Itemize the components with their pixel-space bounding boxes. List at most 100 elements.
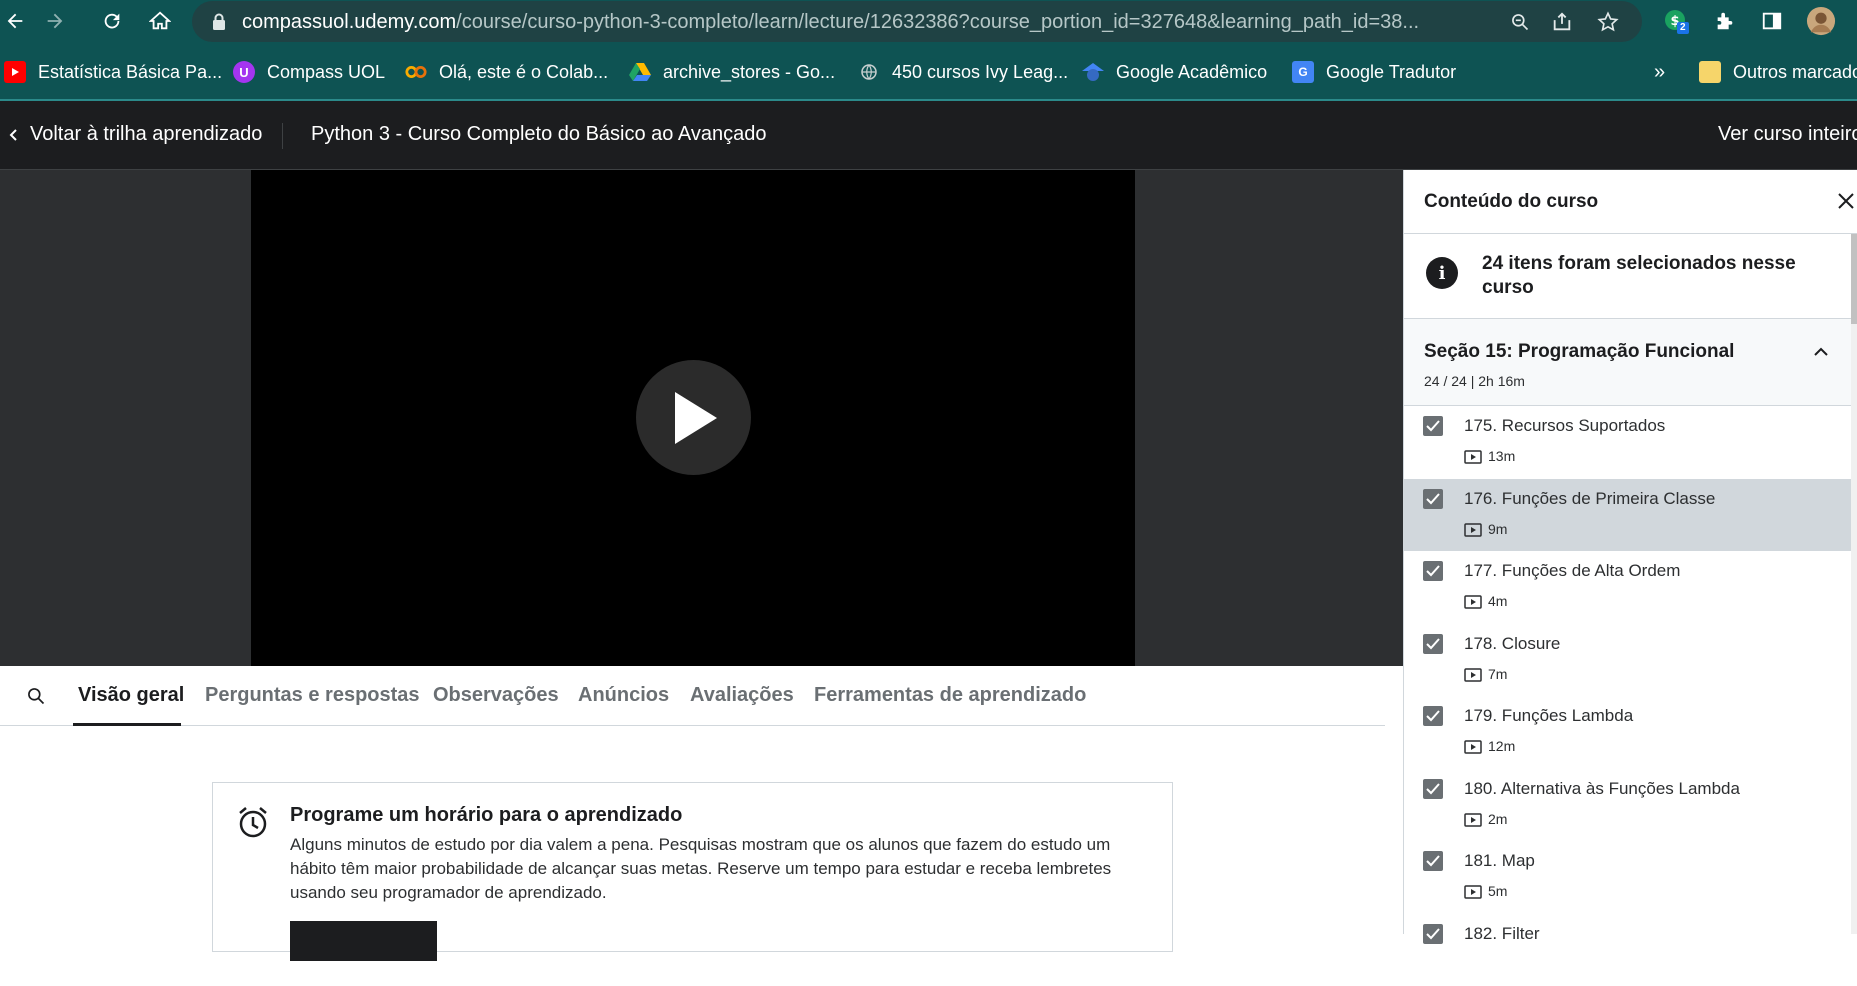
back-to-learning-path-link[interactable]: Voltar à trilha aprendizado xyxy=(6,123,262,146)
bookmark-item[interactable]: 450 cursos Ivy Leag... xyxy=(858,60,1068,84)
browser-toolbar: compassuol.udemy.com/course/curso-python… xyxy=(0,0,1857,43)
url-path: /course/curso-python-3-completo/learn/le… xyxy=(456,11,1419,33)
globe-icon xyxy=(858,61,880,83)
scheduler-title: Programe um horário para o aprendizado xyxy=(290,804,682,827)
home-icon[interactable] xyxy=(145,6,175,36)
tab-overview[interactable]: Visão geral xyxy=(78,684,184,707)
drive-icon xyxy=(629,61,651,83)
chevron-up-icon[interactable] xyxy=(1812,343,1830,361)
lecture-duration: 12m xyxy=(1488,738,1515,754)
tab-announcements[interactable]: Anúncios xyxy=(578,684,669,707)
video-icon xyxy=(1464,668,1482,682)
tab-questions-answers[interactable]: Perguntas e respostas xyxy=(205,684,420,707)
info-banner: i 24 itens foram selecionados nesse curs… xyxy=(1404,234,1857,319)
lecture-item[interactable]: 182. Filter xyxy=(1404,914,1857,986)
lecture-title: 179. Funções Lambda xyxy=(1464,706,1633,726)
bookmark-label: Estatística Básica Pa... xyxy=(38,62,222,83)
lock-icon xyxy=(212,13,226,31)
tab-notes[interactable]: Observações xyxy=(433,684,559,707)
lecture-duration: 9m xyxy=(1488,521,1507,537)
lecture-duration: 5m xyxy=(1488,883,1507,899)
bookmark-label: Compass UOL xyxy=(267,62,385,83)
bookmarks-bar: Estatística Básica Pa... U Compass UOL O… xyxy=(0,43,1857,101)
extensions-puzzle-icon[interactable] xyxy=(1710,6,1740,36)
bookmark-label: Google Tradutor xyxy=(1326,62,1456,83)
lecture-duration: 2m xyxy=(1488,811,1507,827)
address-bar[interactable]: compassuol.udemy.com/course/curso-python… xyxy=(192,1,1642,42)
reload-icon[interactable] xyxy=(97,6,127,36)
lecture-title: 177. Funções de Alta Ordem xyxy=(1464,561,1680,581)
active-tab-indicator xyxy=(73,723,181,726)
video-player[interactable] xyxy=(251,170,1135,666)
lecture-item[interactable]: 177. Funções de Alta Ordem 4m xyxy=(1404,551,1857,624)
bookmark-label: Olá, este é o Colab... xyxy=(439,62,608,83)
more-bookmarks-button[interactable]: » xyxy=(1654,60,1665,84)
translate-icon: G xyxy=(1292,61,1314,83)
folder-icon xyxy=(1699,61,1721,83)
chevron-left-icon xyxy=(6,127,22,143)
video-icon xyxy=(1464,740,1482,754)
bookmark-item[interactable]: Olá, este é o Colab... xyxy=(405,60,608,84)
lecture-item[interactable]: 181. Map 5m xyxy=(1404,841,1857,914)
play-button[interactable] xyxy=(636,360,751,475)
alarm-clock-icon xyxy=(236,805,270,839)
bookmark-item[interactable]: G Google Tradutor xyxy=(1292,60,1456,84)
lecture-checkbox[interactable] xyxy=(1423,561,1443,581)
view-full-course-link[interactable]: Ver curso inteiro xyxy=(1718,123,1857,146)
scheduler-description: Alguns minutos de estudo por dia valem a… xyxy=(290,833,1150,905)
bookmark-label: archive_stores - Go... xyxy=(663,62,835,83)
lecture-item[interactable]: 175. Recursos Suportados 13m xyxy=(1404,406,1857,479)
video-icon xyxy=(1464,523,1482,537)
back-arrow-icon[interactable] xyxy=(0,6,30,36)
lecture-item-current[interactable]: 176. Funções de Primeira Classe 9m xyxy=(1404,479,1857,552)
lecture-checkbox[interactable] xyxy=(1423,489,1443,509)
bookmark-star-icon[interactable] xyxy=(1595,9,1621,35)
play-icon xyxy=(669,390,719,446)
bookmark-item[interactable]: Estatística Básica Pa... xyxy=(4,60,222,84)
url-host: compassuol.udemy.com xyxy=(242,11,456,33)
lecture-title: 180. Alternativa às Funções Lambda xyxy=(1464,779,1740,799)
extension-dollar-icon[interactable]: $ 2 xyxy=(1661,6,1691,36)
section-title: Seção 15: Programação Funcional xyxy=(1424,341,1734,363)
other-bookmarks-folder[interactable]: Outros marcadores xyxy=(1699,60,1857,84)
lecture-title: 176. Funções de Primeira Classe xyxy=(1464,489,1715,509)
bookmark-item[interactable]: U Compass UOL xyxy=(233,60,385,84)
video-icon xyxy=(1464,595,1482,609)
back-link-label: Voltar à trilha aprendizado xyxy=(30,123,262,146)
youtube-icon xyxy=(4,61,26,83)
schedule-button[interactable] xyxy=(290,921,437,961)
lecture-title: 178. Closure xyxy=(1464,634,1560,654)
lecture-checkbox[interactable] xyxy=(1423,634,1443,654)
section-progress: 24 / 24 | 2h 16m xyxy=(1424,373,1525,389)
sidebar-scrollbar[interactable] xyxy=(1851,234,1857,934)
tab-reviews[interactable]: Avaliações xyxy=(690,684,794,707)
lecture-list: 175. Recursos Suportados 13m 176. Funçõe… xyxy=(1404,406,1857,986)
scrollbar-thumb[interactable] xyxy=(1851,234,1857,324)
lecture-checkbox[interactable] xyxy=(1423,416,1443,436)
lecture-checkbox[interactable] xyxy=(1423,779,1443,799)
close-icon[interactable] xyxy=(1833,188,1857,214)
lecture-duration: 4m xyxy=(1488,593,1507,609)
url-text: compassuol.udemy.com/course/curso-python… xyxy=(242,11,1482,34)
side-panel-icon[interactable] xyxy=(1757,6,1787,36)
bookmark-item[interactable]: archive_stores - Go... xyxy=(629,60,835,84)
profile-avatar[interactable] xyxy=(1806,6,1836,36)
video-icon xyxy=(1464,813,1482,827)
share-icon[interactable] xyxy=(1549,9,1575,35)
forward-arrow-icon[interactable] xyxy=(40,6,70,36)
zoom-search-icon[interactable] xyxy=(1507,9,1533,35)
lecture-item[interactable]: 178. Closure 7m xyxy=(1404,624,1857,697)
scholar-icon xyxy=(1082,61,1104,83)
lecture-item[interactable]: 179. Funções Lambda 12m xyxy=(1404,696,1857,769)
lecture-checkbox[interactable] xyxy=(1423,706,1443,726)
bookmark-item[interactable]: Google Acadêmico xyxy=(1082,60,1267,84)
learning-scheduler-card: Programe um horário para o aprendizado A… xyxy=(212,782,1173,952)
lecture-duration: 13m xyxy=(1488,448,1515,464)
lecture-item[interactable]: 180. Alternativa às Funções Lambda 2m xyxy=(1404,769,1857,842)
sidebar-header: Conteúdo do curso xyxy=(1404,170,1857,234)
tab-learning-tools[interactable]: Ferramentas de aprendizado xyxy=(814,684,1086,707)
bookmark-label: Google Acadêmico xyxy=(1116,62,1267,83)
section-header[interactable]: Seção 15: Programação Funcional 24 / 24 … xyxy=(1404,319,1857,406)
search-icon[interactable] xyxy=(26,686,46,711)
lecture-checkbox[interactable] xyxy=(1423,851,1443,871)
